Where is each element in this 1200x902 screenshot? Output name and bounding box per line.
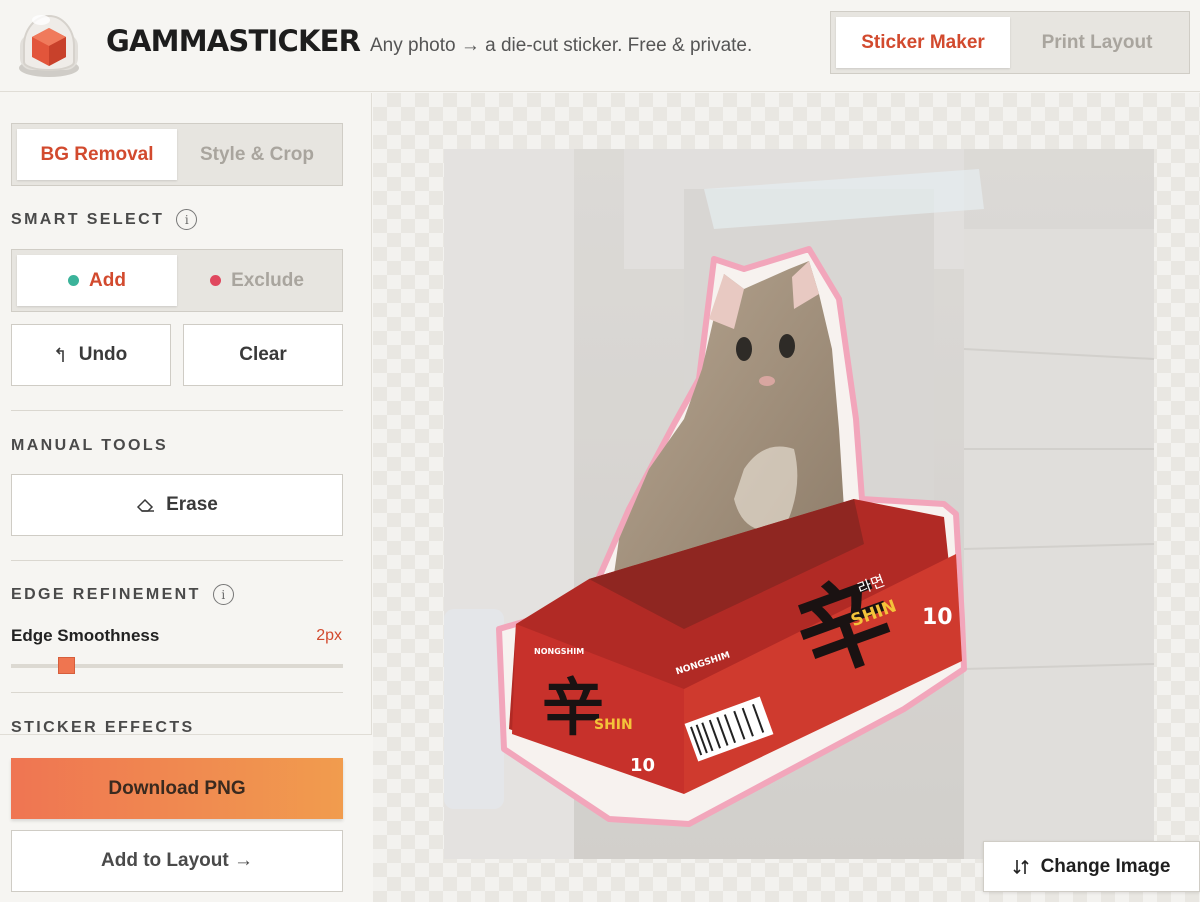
- change-image-button[interactable]: Change Image: [983, 841, 1200, 892]
- undo-icon: [55, 347, 64, 362]
- smart-select-title: SMART SELECT: [11, 210, 165, 228]
- sidebar: BG Removal Style & Crop SMART SELECT i A…: [0, 93, 372, 902]
- edge-smoothness-slider[interactable]: [11, 657, 343, 674]
- clear-label: Clear: [239, 344, 287, 365]
- edge-refinement-heading: EDGE REFINEMENT i: [11, 584, 234, 605]
- divider: [11, 560, 343, 561]
- box-count-text-left: 10: [630, 755, 655, 776]
- tab-sticker-maker[interactable]: Sticker Maker: [836, 17, 1010, 68]
- edge-refinement-title: EDGE REFINEMENT: [11, 585, 201, 603]
- top-mode-tabs: Sticker Maker Print Layout: [830, 11, 1190, 74]
- tagline: Any photo → a die-cut sticker. Free & pr…: [370, 35, 753, 56]
- slider-thumb[interactable]: [58, 657, 75, 674]
- box-brand-text-left: NONGSHIM: [534, 647, 584, 656]
- add-to-layout-button[interactable]: Add to Layout →: [11, 830, 343, 892]
- info-icon[interactable]: i: [176, 209, 198, 230]
- smart-select-mode: Add Exclude: [11, 249, 343, 312]
- download-png-button[interactable]: Download PNG: [11, 758, 343, 819]
- exclude-mode-button[interactable]: Exclude: [177, 255, 337, 306]
- brand-title: GAMMASTICKER: [106, 24, 361, 58]
- add-dot-icon: [68, 275, 80, 286]
- tab-print-layout[interactable]: Print Layout: [1010, 17, 1184, 68]
- add-label: Add: [89, 269, 126, 291]
- manual-tools-title: MANUAL TOOLS: [11, 437, 169, 454]
- tab-style-crop[interactable]: Style & Crop: [177, 129, 337, 180]
- sidebar-footer: Download PNG Add to Layout →: [0, 734, 372, 902]
- manual-tools-heading: MANUAL TOOLS: [11, 437, 168, 455]
- sticker-cube-logo-icon: [19, 15, 79, 77]
- change-image-label: Change Image: [1040, 855, 1171, 877]
- swap-icon: [1012, 859, 1029, 874]
- box-count-text: 10: [922, 605, 953, 630]
- box-chinese-char-left: 辛: [542, 671, 604, 744]
- sidebar-mode-tabs: BG Removal Style & Crop: [11, 123, 343, 186]
- app-header: GAMMASTICKER Any photo → a die-cut stick…: [0, 0, 1200, 92]
- divider: [11, 692, 343, 693]
- erase-button[interactable]: Erase: [11, 474, 343, 536]
- undo-button[interactable]: Undo: [11, 324, 171, 386]
- smart-select-heading: SMART SELECT i: [11, 209, 198, 230]
- exclude-label: Exclude: [231, 269, 304, 291]
- edge-smoothness-label: Edge Smoothness: [11, 626, 160, 645]
- photo-preview[interactable]: 辛 辛 SHIN SHIN 라면 10 10 NONGSHIM NONGSHIM: [444, 149, 1154, 859]
- box-shin-text-left: SHIN: [594, 717, 633, 733]
- add-mode-button[interactable]: Add: [17, 255, 177, 306]
- info-icon[interactable]: i: [212, 584, 234, 605]
- clear-button[interactable]: Clear: [183, 324, 343, 386]
- divider: [11, 410, 343, 411]
- tab-bg-removal[interactable]: BG Removal: [17, 129, 177, 180]
- edge-smoothness-value: 2px: [316, 627, 342, 644]
- erase-label: Erase: [166, 494, 218, 515]
- eraser-icon: [137, 498, 155, 512]
- canvas-area: 辛 辛 SHIN SHIN 라면 10 10 NONGSHIM NONGSHIM…: [373, 93, 1200, 902]
- exclude-dot-icon: [210, 275, 222, 286]
- undo-label: Undo: [78, 344, 128, 365]
